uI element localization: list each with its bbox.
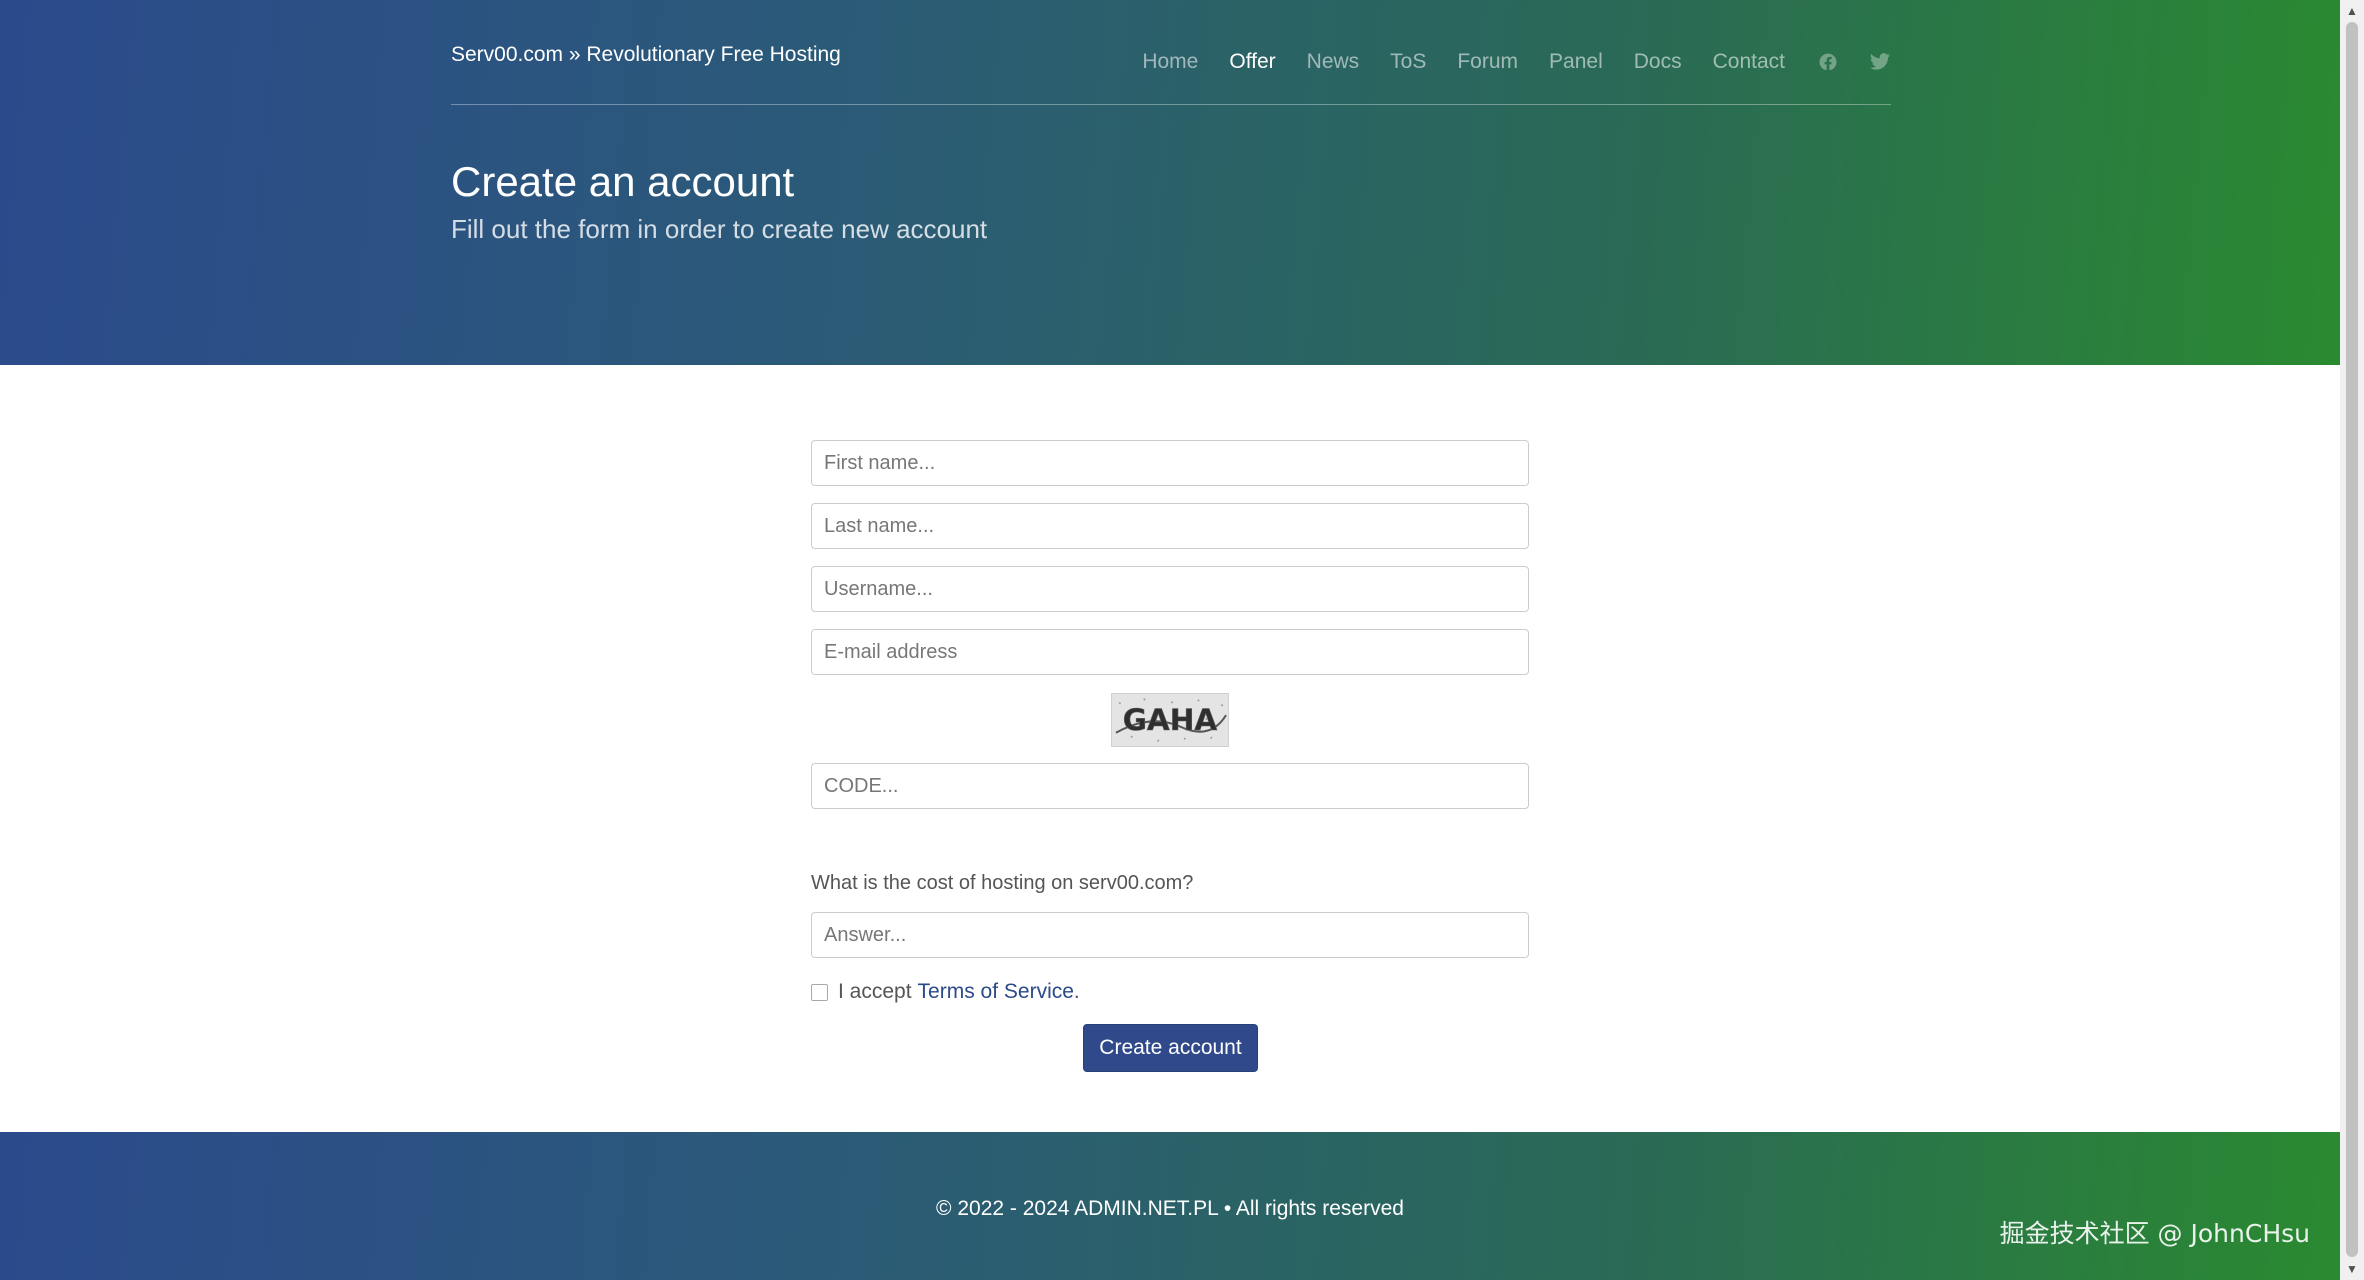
twitter-icon[interactable] (1869, 51, 1891, 73)
watermark: 掘金技术社区 @ JohnCHsu (1999, 1219, 2310, 1248)
tos-link[interactable]: Terms of Service (918, 980, 1074, 1004)
header-banner: Serv00.com » Revolutionary Free Hosting … (0, 0, 2340, 365)
tos-suffix: . (1073, 980, 1080, 1003)
page-title: Create an account (451, 158, 795, 205)
first-name-input[interactable] (811, 440, 1529, 486)
brand-title[interactable]: Serv00.com » Revolutionary Free Hosting (451, 43, 841, 67)
facebook-icon[interactable] (1817, 51, 1839, 73)
scroll-down-arrow-icon[interactable]: ▼ (2340, 1258, 2364, 1280)
footer: © 2022 - 2024 ADMIN.NET.PL • All rights … (0, 1132, 2340, 1280)
nav-news[interactable]: News (1307, 50, 1360, 74)
header-divider (451, 104, 1891, 105)
copyright: © 2022 - 2024 ADMIN.NET.PL • All rights … (936, 1197, 1404, 1220)
nav-home[interactable]: Home (1142, 50, 1198, 74)
scrollbar[interactable]: ▲ ▼ (2340, 0, 2364, 1280)
answer-input[interactable] (811, 912, 1529, 958)
main-nav: Home Offer News ToS Forum Panel Docs Con… (1111, 50, 1891, 74)
last-name-input[interactable] (811, 503, 1529, 549)
captcha-noise: GAHA (1112, 694, 1228, 746)
scroll-up-arrow-icon[interactable]: ▲ (2340, 0, 2364, 22)
create-account-button[interactable]: Create account (1083, 1024, 1258, 1072)
nav-forum[interactable]: Forum (1457, 50, 1518, 74)
username-input[interactable] (811, 566, 1529, 612)
header-container: Serv00.com » Revolutionary Free Hosting … (451, 0, 1891, 365)
tos-prefix: I accept (838, 980, 912, 1003)
captcha-text: GAHA (1123, 703, 1218, 737)
nav-panel[interactable]: Panel (1549, 50, 1603, 74)
security-question: What is the cost of hosting on serv00.co… (811, 872, 1194, 894)
scroll-thumb[interactable] (2346, 22, 2358, 1257)
tos-acceptance: I accept Terms of Service . (811, 980, 1080, 1004)
email-input[interactable] (811, 629, 1529, 675)
captcha-image: GAHA (1111, 693, 1229, 747)
captcha-code-input[interactable] (811, 763, 1529, 809)
nav-offer[interactable]: Offer (1229, 50, 1275, 74)
tos-checkbox[interactable] (811, 983, 828, 1001)
nav-tos[interactable]: ToS (1390, 50, 1426, 74)
nav-contact[interactable]: Contact (1713, 50, 1785, 74)
nav-docs[interactable]: Docs (1634, 50, 1682, 74)
page-subtitle: Fill out the form in order to create new… (451, 214, 988, 244)
